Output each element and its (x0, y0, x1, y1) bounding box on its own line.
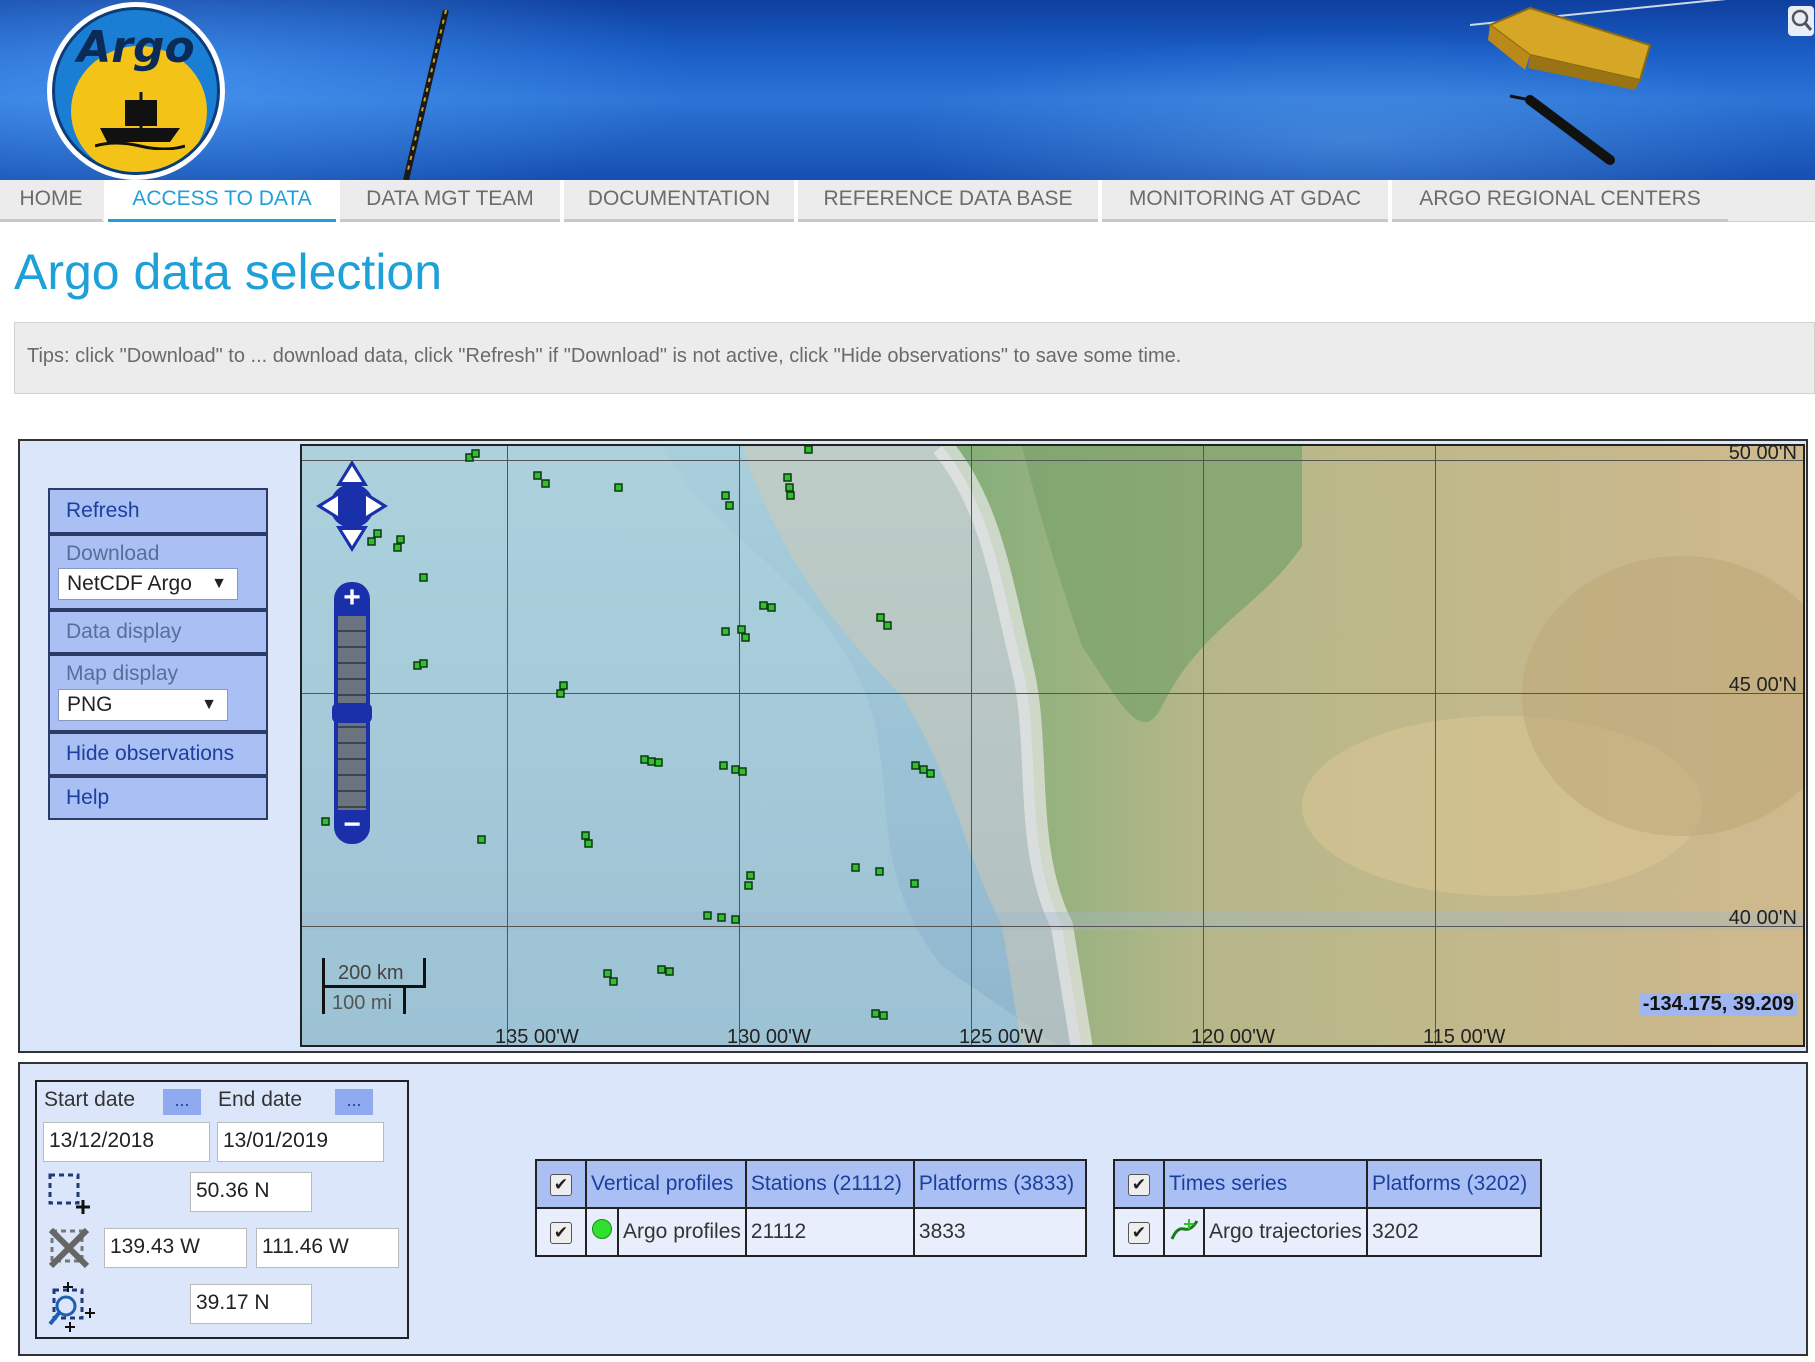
timeseries-row-icon-cell (1163, 1207, 1205, 1257)
profiles-header-checkbox-cell: ✔ (535, 1159, 587, 1209)
nav-home[interactable]: HOME (0, 180, 102, 222)
dropdown-arrow-icon: ▼ (211, 575, 227, 592)
map-view[interactable]: 50 00'N 45 00'N 40 00'N 135 00'W 130 00'… (300, 444, 1805, 1047)
start-date-label: Start date (44, 1088, 136, 1111)
green-dot-icon (592, 1219, 612, 1239)
scale-km-label: 200 km (338, 962, 404, 984)
zoom-slider-handle[interactable] (332, 703, 372, 723)
scale-mi-label: 100 mi (332, 992, 393, 1014)
zoom-out-button[interactable]: − (334, 810, 370, 844)
argo-float-image (1470, 0, 1727, 165)
argo-profiles-checkbox[interactable]: ✔ (550, 1222, 572, 1244)
timeseries-row-name: Argo trajectories (1203, 1207, 1368, 1257)
map-format-value: PNG (67, 693, 113, 716)
zoom-to-area-icon[interactable] (44, 1280, 96, 1332)
dropdown-arrow-icon: ▼ (201, 696, 217, 713)
page-title: Argo data selection (14, 244, 443, 300)
nav-monitoring-at-gdac[interactable]: MONITORING AT GDAC (1102, 180, 1388, 222)
clear-area-icon[interactable] (47, 1226, 93, 1272)
nav-access-to-data[interactable]: ACCESS TO DATA (108, 180, 336, 222)
antenna-image (403, 10, 449, 180)
timeseries-row-checkbox-cell: ✔ (1113, 1207, 1165, 1257)
profiles-row-name: Argo profiles (617, 1207, 747, 1257)
download-label: Download (66, 542, 160, 565)
profiles-header-name: Vertical profiles (585, 1159, 747, 1209)
hide-observations-button[interactable]: Hide observations (48, 732, 268, 776)
map-display-label: Map display (66, 662, 179, 685)
site-header-banner (0, 0, 1815, 180)
end-date-input[interactable]: 13/01/2019 (217, 1122, 384, 1162)
zoom-icon[interactable] (1788, 6, 1814, 36)
zoom-in-button[interactable]: + (334, 582, 370, 616)
end-date-picker-button[interactable]: ... (335, 1089, 373, 1115)
profiles-select-all-checkbox[interactable]: ✔ (550, 1174, 572, 1196)
profiles-row-icon-cell (585, 1207, 619, 1257)
main-navigation: HOME ACCESS TO DATA DATA MGT TEAM DOCUME… (0, 180, 1815, 222)
nav-reference-data-base[interactable]: REFERENCE DATA BASE (798, 180, 1098, 222)
nav-documentation[interactable]: DOCUMENTATION (564, 180, 794, 222)
start-date-picker-button[interactable]: ... (163, 1089, 201, 1115)
timeseries-select-all-checkbox[interactable]: ✔ (1128, 1174, 1150, 1196)
help-button[interactable]: Help (48, 776, 268, 820)
profiles-row-checkbox-cell: ✔ (535, 1207, 587, 1257)
time-series-table: ✔ Times series Platforms (3202) ✔ Argo t… (1113, 1159, 1542, 1257)
argo-logo[interactable]: Argo (47, 2, 225, 180)
timeseries-row-platforms: 3202 (1366, 1207, 1542, 1257)
west-longitude-input[interactable]: 139.43 W (104, 1228, 247, 1268)
start-date-input[interactable]: 13/12/2018 (43, 1122, 210, 1162)
logo-text: Argo (77, 22, 195, 73)
north-latitude-input[interactable]: 50.36 N (190, 1172, 312, 1212)
observation-markers (321, 446, 935, 1020)
vertical-profiles-table: ✔ Vertical profiles Stations (21112) Pla… (535, 1159, 1087, 1257)
refresh-button[interactable]: Refresh (48, 488, 268, 534)
argo-trajectories-checkbox[interactable]: ✔ (1128, 1222, 1150, 1244)
download-format-value: NetCDF Argo (67, 572, 192, 595)
pan-control[interactable] (316, 460, 388, 552)
profiles-row-platforms: 3833 (912, 1207, 1087, 1257)
trajectory-icon (1170, 1219, 1199, 1240)
timeseries-header-name: Times series (1163, 1159, 1368, 1209)
download-format-select[interactable]: NetCDF Argo ▼ (58, 568, 238, 600)
tips-banner: Tips: click "Download" to ... download d… (14, 322, 1815, 394)
cursor-coordinates: -134.175, 39.209 (1639, 993, 1797, 1016)
select-area-icon[interactable] (47, 1172, 95, 1216)
nav-data-mgt-team[interactable]: DATA MGT TEAM (340, 180, 560, 222)
end-date-label: End date (218, 1088, 303, 1111)
nav-argo-regional-centers[interactable]: ARGO REGIONAL CENTERS (1392, 180, 1728, 222)
profiles-header-stations: Stations (21112) (744, 1159, 915, 1209)
data-display-button[interactable]: Data display (48, 610, 268, 654)
timeseries-header-platforms: Platforms (3202) (1366, 1159, 1542, 1209)
map-format-select[interactable]: PNG ▼ (58, 689, 228, 721)
profiles-row-stations: 21112 (744, 1207, 915, 1257)
south-latitude-input[interactable]: 39.17 N (190, 1284, 312, 1324)
profiles-header-platforms: Platforms (3833) (912, 1159, 1087, 1209)
timeseries-header-checkbox-cell: ✔ (1113, 1159, 1165, 1209)
east-longitude-input[interactable]: 111.46 W (256, 1228, 399, 1268)
